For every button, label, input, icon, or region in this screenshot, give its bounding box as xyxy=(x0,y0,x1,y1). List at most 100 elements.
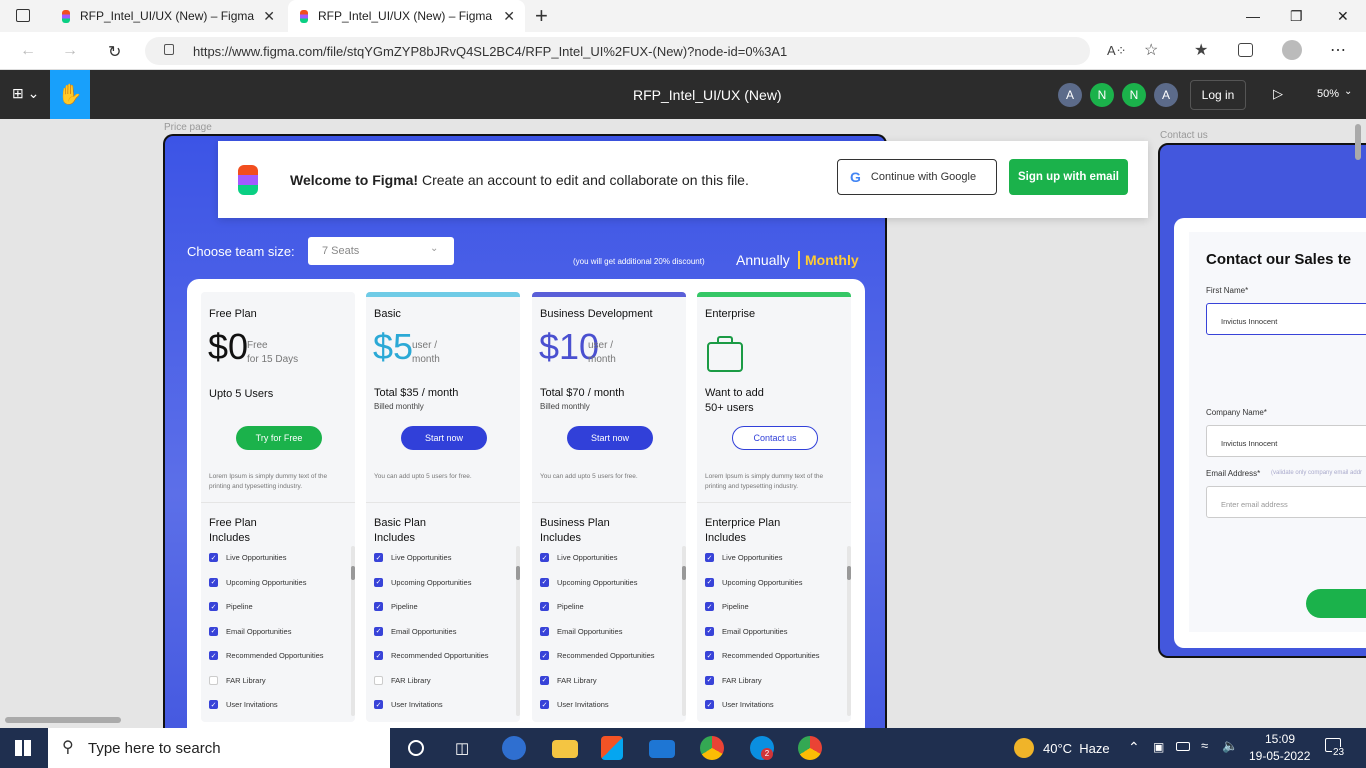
minimize-icon[interactable]: — xyxy=(1246,8,1260,24)
checkbox-icon[interactable]: ✓ xyxy=(209,577,218,587)
checkbox-icon[interactable]: ✓ xyxy=(209,602,218,611)
close-window-icon[interactable]: ✕ xyxy=(1337,8,1349,25)
checkbox-icon[interactable] xyxy=(209,675,218,685)
maximize-icon[interactable]: ❐ xyxy=(1290,8,1303,25)
task-view-icon[interactable]: ◫ xyxy=(455,739,469,757)
checkbox-icon[interactable]: ✓ xyxy=(209,700,218,709)
read-aloud-icon[interactable]: A⁘ xyxy=(1107,43,1127,59)
first-name-field[interactable]: Invictus Innocent xyxy=(1206,303,1366,335)
checkbox-icon[interactable]: ✓ xyxy=(540,700,549,709)
checkbox-icon[interactable]: ✓ xyxy=(374,553,383,562)
plan-cta-button[interactable]: Contact us xyxy=(732,426,818,450)
close-tab-icon[interactable]: ✕ xyxy=(263,8,275,25)
team-size-select[interactable]: 7 Seats ⌄ xyxy=(308,237,454,265)
avatar[interactable]: A xyxy=(1154,83,1178,107)
clock-date[interactable]: 19-05-2022 xyxy=(1249,749,1310,763)
checkbox-icon[interactable]: ✓ xyxy=(705,675,714,685)
checkbox-icon[interactable]: ✓ xyxy=(540,602,549,611)
weather-text[interactable]: 40°C Haze xyxy=(1043,741,1110,756)
new-tab-button[interactable]: + xyxy=(535,3,548,29)
checkbox-icon[interactable]: ✓ xyxy=(540,651,549,660)
checkbox-icon[interactable]: ✓ xyxy=(209,553,218,562)
favorites-icon[interactable]: ★ xyxy=(1194,40,1208,60)
frame-label-price[interactable]: Price page xyxy=(164,122,212,133)
checkbox-icon[interactable]: ✓ xyxy=(705,700,714,709)
avatar[interactable]: N xyxy=(1122,83,1146,107)
store-icon[interactable] xyxy=(601,736,623,760)
feature-scrollbar[interactable] xyxy=(682,546,686,716)
feature-scrollbar[interactable] xyxy=(847,546,851,716)
vertical-scrollbar[interactable] xyxy=(1355,124,1361,160)
chevron-up-icon[interactable]: ⌃ xyxy=(1128,739,1140,756)
lock-icon[interactable] xyxy=(164,44,174,55)
annually-toggle[interactable]: Annually xyxy=(736,252,790,268)
checkbox-icon[interactable]: ✓ xyxy=(705,651,714,660)
checkbox-icon[interactable]: ✓ xyxy=(209,651,218,660)
forward-icon[interactable]: → xyxy=(62,42,78,60)
plan-cta-button[interactable]: Start now xyxy=(401,426,487,450)
figma-canvas[interactable]: Price page Contact us Choose team size: … xyxy=(0,119,1366,728)
checkbox-icon[interactable]: ✓ xyxy=(705,626,714,636)
mail-icon[interactable] xyxy=(649,740,675,758)
browser-tab-active[interactable]: RFP_Intel_UI/UX (New) – Figma ✕ xyxy=(288,0,525,32)
clock-time[interactable]: 15:09 xyxy=(1265,732,1295,746)
checkbox-icon[interactable]: ✓ xyxy=(540,577,549,587)
frame-label-contact[interactable]: Contact us xyxy=(1160,130,1208,141)
checkbox-icon[interactable]: ✓ xyxy=(374,626,383,636)
chrome-icon[interactable] xyxy=(700,736,724,760)
feature-scrollbar[interactable] xyxy=(351,546,355,716)
file-explorer-icon[interactable] xyxy=(552,740,578,758)
url-text[interactable]: https://www.figma.com/file/stqYGmZYP8bJR… xyxy=(193,44,787,59)
checkbox-icon[interactable]: ✓ xyxy=(540,675,549,685)
avatar[interactable]: A xyxy=(1058,83,1082,107)
volume-icon[interactable]: 🔈 xyxy=(1222,738,1238,754)
refresh-icon[interactable]: ↻ xyxy=(108,42,121,62)
continue-google-button[interactable]: G Continue with Google xyxy=(837,159,997,195)
edge-icon[interactable] xyxy=(502,736,526,760)
checkbox-icon[interactable]: ✓ xyxy=(374,577,383,587)
meet-icon[interactable]: ▣ xyxy=(1153,740,1164,754)
plan-cta-button[interactable]: Start now xyxy=(567,426,653,450)
checkbox-icon[interactable]: ✓ xyxy=(209,626,218,636)
checkbox-icon[interactable]: ✓ xyxy=(374,602,383,611)
company-name-field[interactable]: Invictus Innocent xyxy=(1206,425,1366,457)
weather-icon[interactable] xyxy=(1014,738,1034,758)
taskbar-search[interactable]: ⚲ Type here to search xyxy=(48,728,390,768)
more-icon[interactable]: ⋯ xyxy=(1330,40,1346,60)
present-icon[interactable]: ▷ xyxy=(1273,86,1283,102)
checkbox-icon[interactable]: ✓ xyxy=(705,602,714,611)
avatar[interactable]: N xyxy=(1090,83,1114,107)
windows-start-icon[interactable] xyxy=(15,740,31,756)
chevron-down-icon[interactable]: ⌄ xyxy=(1344,86,1352,97)
checkbox-icon[interactable]: ✓ xyxy=(374,651,383,660)
wifi-icon[interactable]: ≈ xyxy=(1201,738,1208,753)
tab-actions-icon[interactable] xyxy=(16,9,30,22)
email-field[interactable]: Enter email address xyxy=(1206,486,1366,518)
checkbox-icon[interactable]: ✓ xyxy=(540,553,549,562)
zoom-level[interactable]: 50% xyxy=(1317,88,1339,100)
contact-frame[interactable]: Contact our Sales te First Name* Invictu… xyxy=(1158,143,1366,658)
hand-tool-button[interactable]: ✋ xyxy=(50,70,90,119)
monthly-toggle[interactable]: Monthly xyxy=(805,252,859,268)
chrome-profile-icon[interactable] xyxy=(798,736,822,760)
figma-menu-icon[interactable]: ⊞ ⌄ xyxy=(12,85,39,102)
collections-icon[interactable] xyxy=(1238,43,1253,57)
checkbox-icon[interactable]: ✓ xyxy=(374,700,383,709)
horizontal-scrollbar[interactable] xyxy=(5,717,121,723)
checkbox-icon[interactable]: ✓ xyxy=(705,553,714,562)
login-button[interactable]: Log in xyxy=(1190,80,1246,110)
profile-avatar[interactable] xyxy=(1282,40,1302,60)
sign-up-email-button[interactable]: Sign up with email xyxy=(1009,159,1128,195)
checkbox-icon[interactable]: ✓ xyxy=(705,577,714,587)
back-icon[interactable]: ← xyxy=(20,42,36,60)
checkbox-icon[interactable]: ✓ xyxy=(540,626,549,636)
close-tab-icon[interactable]: ✕ xyxy=(503,8,515,25)
checkbox-icon[interactable] xyxy=(374,675,383,685)
plan-cta-button[interactable]: Try for Free xyxy=(236,426,322,450)
favorite-icon[interactable]: ☆ xyxy=(1144,40,1158,60)
battery-icon[interactable] xyxy=(1176,742,1190,751)
feature-scrollbar[interactable] xyxy=(516,546,520,716)
browser-tab[interactable]: RFP_Intel_UI/UX (New) – Figma ✕ xyxy=(50,0,285,32)
submit-button[interactable] xyxy=(1306,589,1366,618)
cortana-icon[interactable] xyxy=(408,740,424,756)
